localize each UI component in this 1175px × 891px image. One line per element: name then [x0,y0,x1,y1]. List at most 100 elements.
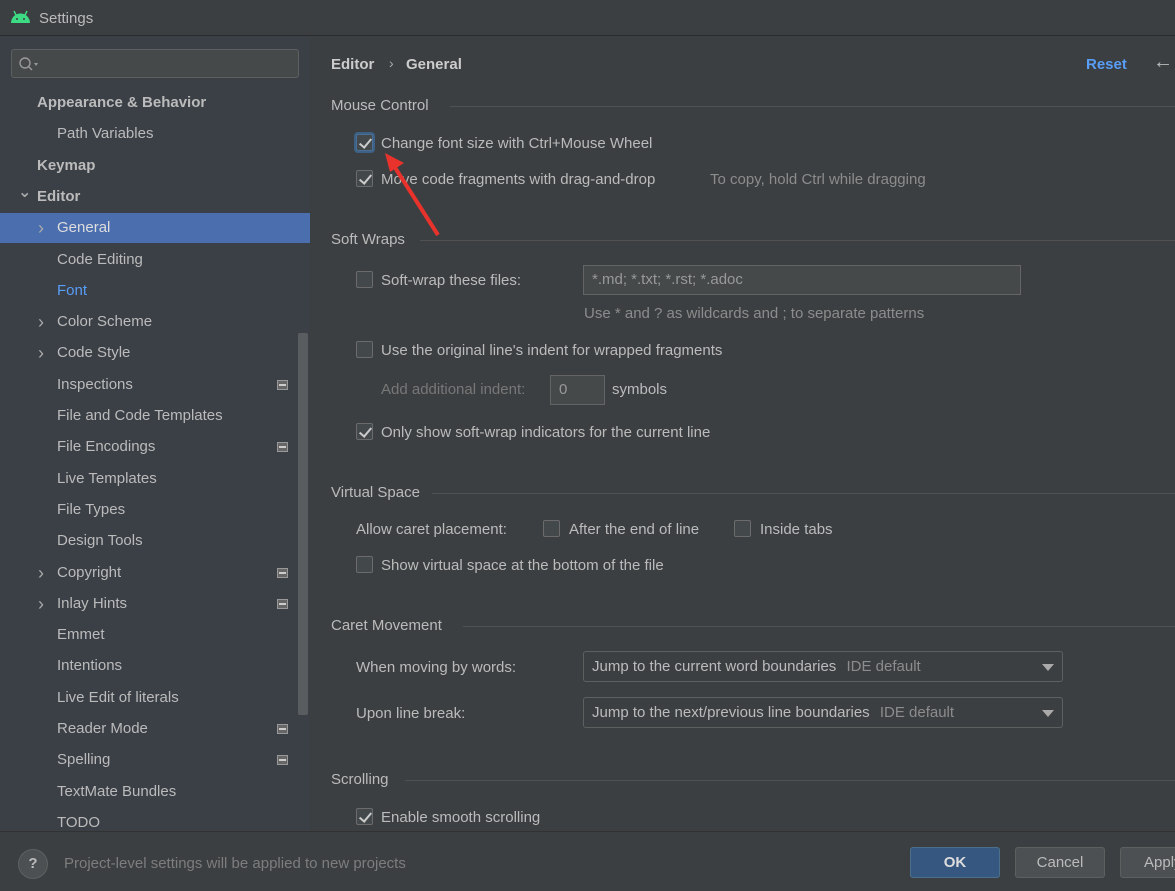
sidebar-item-inspections[interactable]: Inspections [0,370,298,400]
section-mouse-control: Mouse Control [331,97,429,114]
chevron-right-icon[interactable]: › [38,307,44,337]
divider [450,106,1175,107]
breadcrumb-separator: › [389,55,394,71]
ok-button[interactable]: OK [910,847,1000,878]
sidebar-item-code-style[interactable]: › Code Style [0,338,298,368]
sidebar-item-editor[interactable]: ⌄ Editor [0,182,298,212]
chevron-right-icon[interactable]: › [38,558,44,588]
chevron-right-icon[interactable]: › [38,589,44,619]
sidebar-item-label: File Encodings [57,438,156,456]
sidebar-item-spelling[interactable]: Spelling [0,745,298,775]
divider [432,493,1175,494]
sidebar-item-path-variables[interactable]: Path Variables [0,119,298,149]
sidebar-item-design-tools[interactable]: Design Tools [0,526,298,556]
title-bar: Settings [0,0,1175,36]
window-title: Settings [39,10,94,27]
arrow-left-icon[interactable]: ← [1153,51,1173,74]
chevron-down-icon [1042,664,1054,671]
smooth-scrolling-checkbox[interactable] [356,808,373,825]
section-virtual-space: Virtual Space [331,484,420,501]
after-end-checkbox[interactable] [543,520,560,537]
original-indent-label[interactable]: Use the original line's indent for wrapp… [381,342,722,359]
annotation-arrow [385,153,440,237]
divider [420,240,1175,241]
reset-link[interactable]: Reset [1086,56,1127,73]
sidebar-item-label: Spelling [57,751,111,769]
sidebar-item-reader-mode[interactable]: Reader Mode [0,714,298,744]
breadcrumb-editor[interactable]: Editor [331,56,374,73]
section-scrolling: Scrolling [331,771,389,788]
original-indent-checkbox[interactable] [356,341,373,358]
sidebar-item-file-and-code-templates[interactable]: File and Code Templates [0,401,298,431]
sidebar-item-label: Copyright [57,563,122,581]
project-scope-icon [277,379,288,390]
sidebar-item-file-encodings[interactable]: File Encodings [0,432,298,462]
chevron-right-icon[interactable]: › [38,213,44,243]
sidebar-item-label: Appearance & Behavior [37,94,207,111]
sidebar-item-label: Keymap [37,156,96,174]
sidebar-item-label: Intentions [57,657,123,675]
sidebar-item-file-types[interactable]: File Types [0,495,298,525]
line-break-dropdown[interactable]: Jump to the next/previous line boundarie… [583,697,1063,728]
sidebar-item-keymap[interactable]: Keymap [0,151,298,181]
sidebar-item-label: File and Code Templates [57,407,223,424]
only-current-label[interactable]: Only show soft-wrap indicators for the c… [381,424,710,441]
soft-wrap-label[interactable]: Soft-wrap these files: [381,272,521,289]
sidebar-item-label: Emmet [57,626,105,644]
show-bottom-label[interactable]: Show virtual space at the bottom of the … [381,557,664,574]
words-value: Jump to the current word boundaries [592,658,837,675]
sidebar-scrollbar[interactable] [298,333,308,715]
sidebar-item-font[interactable]: Font [0,276,298,306]
words-label: When moving by words: [356,659,517,676]
line-break-label: Upon line break: [356,705,466,722]
inside-tabs-checkbox[interactable] [734,520,751,537]
sidebar-item-code-editing[interactable]: Code Editing [0,245,298,275]
section-caret-movement: Caret Movement [331,617,442,634]
divider [405,780,1175,781]
project-scope-icon [277,567,288,578]
additional-indent-input[interactable]: 0 [550,375,605,405]
sidebar-item-label: Live Edit of literals [57,688,179,706]
soft-wrap-checkbox[interactable] [356,271,373,288]
sidebar-item-label: Design Tools [57,532,143,550]
additional-indent-label: Add additional indent: [381,381,526,398]
drag-drop-checkbox[interactable] [356,170,373,187]
footer-message: Project-level settings will be applied t… [64,855,406,872]
chevron-right-icon[interactable]: › [38,338,44,368]
sidebar-item-emmet[interactable]: Emmet [0,620,298,650]
line-break-default-hint: IDE default [879,704,955,721]
sidebar-item-textmate-bundles[interactable]: TextMate Bundles [0,777,298,807]
smooth-scrolling-label[interactable]: Enable smooth scrolling [381,809,540,826]
sidebar-item-general[interactable]: › General [0,213,310,244]
sidebar-item-label: TODO [57,813,101,831]
sidebar-item-color-scheme[interactable]: › Color Scheme [0,307,298,337]
sidebar-item-inlay-hints[interactable]: › Inlay Hints [0,589,298,619]
cancel-button[interactable]: Cancel [1015,847,1105,878]
show-bottom-checkbox[interactable] [356,556,373,573]
chevron-down-icon [1042,710,1054,717]
sidebar-item-label: General [57,219,111,237]
sidebar-item-appearance-behavior[interactable]: Appearance & Behavior [0,88,298,118]
inside-tabs-label[interactable]: Inside tabs [760,521,833,538]
sidebar-item-copyright[interactable]: › Copyright [0,558,298,588]
apply-button[interactable]: Apply [1120,847,1175,878]
help-button[interactable]: ? [18,849,48,879]
sidebar-item-label: Code Editing [57,250,143,268]
drag-drop-hint: To copy, hold Ctrl while dragging [710,171,926,188]
sidebar-item-intentions[interactable]: Intentions [0,651,298,681]
only-current-checkbox[interactable] [356,423,373,440]
sidebar-item-todo[interactable]: TODO [0,808,298,831]
project-scope-icon [277,724,288,734]
search-input[interactable] [11,49,299,78]
sidebar-item-live-edit-of-literals[interactable]: Live Edit of literals [0,683,298,713]
sidebar-item-label: Path Variables [57,125,154,143]
caret-placement-label: Allow caret placement: [356,521,507,538]
chevron-down-icon[interactable]: ⌄ [18,178,31,208]
sidebar-item-live-templates[interactable]: Live Templates [0,464,298,494]
after-end-label[interactable]: After the end of line [569,521,699,538]
soft-wrap-patterns-input[interactable]: *.md; *.txt; *.rst; *.adoc [583,265,1021,295]
symbols-label: symbols [612,381,668,398]
change-font-checkbox[interactable] [356,134,373,151]
words-dropdown[interactable]: Jump to the current word boundaries IDE … [583,651,1063,682]
sidebar-item-label: TextMate Bundles [57,782,177,800]
